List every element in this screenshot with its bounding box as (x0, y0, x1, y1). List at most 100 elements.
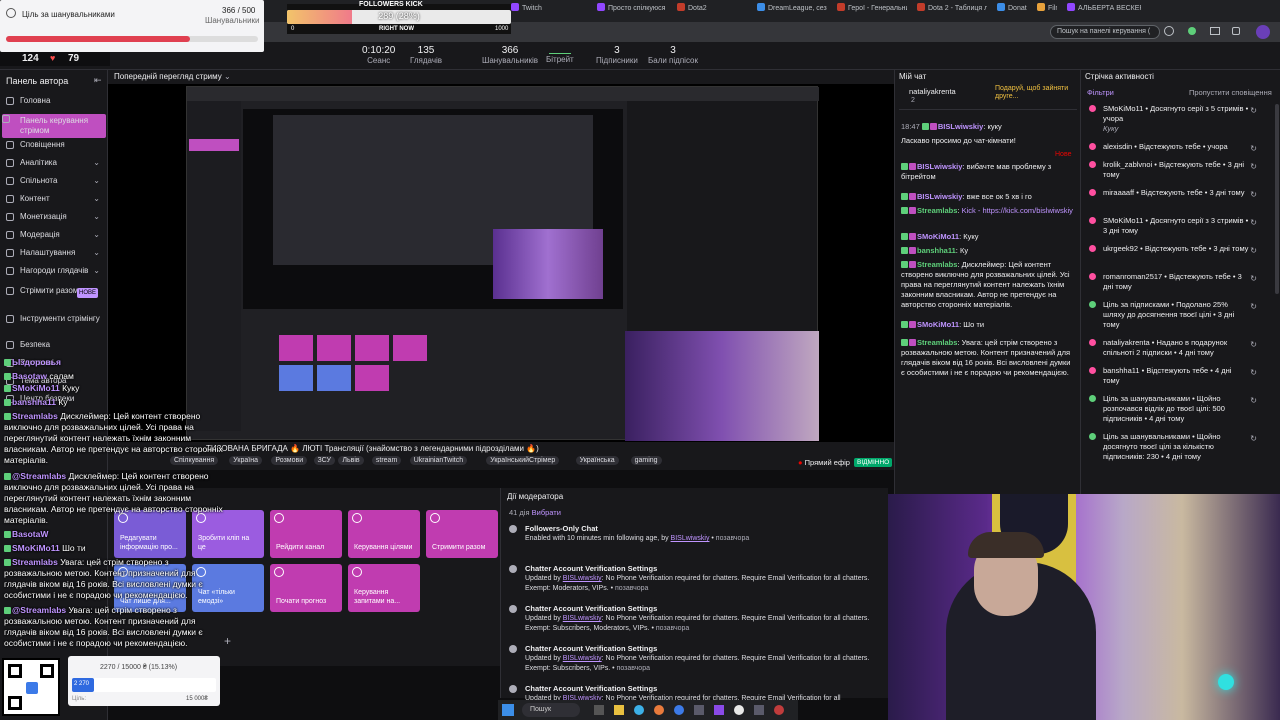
sidebar-item[interactable]: Панель керування стрімом (2, 114, 106, 138)
sidebar-item[interactable]: Стрімити разом НОВЕ (6, 286, 104, 298)
dashboard-search-input[interactable]: Пошук на панелі керування ( (1050, 25, 1160, 39)
search-icon[interactable] (1164, 26, 1174, 36)
inbox-icon[interactable] (1210, 27, 1220, 35)
sidebar-item[interactable]: Модерація ⌄ (6, 230, 104, 240)
stream-tag[interactable]: Розмови (271, 456, 308, 465)
stream-title[interactable]: ТИЗОВАНА БРИГАДА 🔥 ЛЮТІ Трансляції (знай… (206, 444, 626, 453)
browser-tab[interactable]: Dota2 (671, 3, 747, 19)
gift-leaderboard[interactable]: nataliyakrenta 2 Подаруй, щоб зайняти др… (899, 84, 1077, 110)
chat-username[interactable]: BISLwiwskiy (938, 122, 983, 131)
chat-username[interactable]: SMoKiMo11 (917, 320, 959, 329)
activity-item[interactable]: miraaaaff • Відстежують тебе • 3 дні том… (1085, 188, 1275, 200)
replay-icon[interactable]: ↻ (1250, 144, 1257, 154)
chrome-icon[interactable] (734, 705, 744, 715)
activity-item[interactable]: nataliyakrenta • Надано в подарунок спіл… (1085, 338, 1275, 358)
settings-icon[interactable] (754, 705, 764, 715)
chat-message[interactable]: Ласкаво просимо до чат-кімнати! (901, 136, 1075, 146)
stream-tag[interactable]: gaming (630, 456, 662, 465)
stream-tag[interactable]: УкраїнськийСтрімер (486, 456, 560, 465)
avatar[interactable] (1256, 25, 1270, 39)
notifications-icon[interactable] (1232, 27, 1240, 35)
steam-icon[interactable] (774, 705, 784, 715)
activity-item[interactable]: krolik_zablvnoi • Відстежують тебе • 3 д… (1085, 160, 1275, 180)
replay-icon[interactable]: ↻ (1250, 190, 1257, 200)
replay-icon[interactable]: ↻ (1250, 368, 1257, 378)
activity-item[interactable]: ukrgeek92 • Відстежують тебе • 3 дні том… (1085, 244, 1275, 256)
chat-message[interactable]: banshha11: Ку (901, 246, 1075, 256)
sidebar-item[interactable]: Головна (6, 96, 104, 106)
telegram-icon[interactable] (674, 705, 684, 715)
browser-tab[interactable]: Просто спілкуюся в чаті (591, 3, 667, 19)
filter-button[interactable]: Фільтри (1087, 88, 1114, 97)
scrollbar[interactable] (1275, 104, 1279, 294)
activity-item[interactable]: Ціль за шанувальниками • Щойно досягнуто… (1085, 432, 1275, 462)
user-link[interactable]: BISLwiwskiy (671, 535, 710, 542)
quick-action-tile[interactable]: Керування цілями (348, 510, 420, 558)
browser-tab[interactable]: АЛЬБЕРТА ВЕСКЕРА (1061, 3, 1141, 19)
task-view-icon[interactable] (594, 705, 604, 715)
chat-message[interactable]: Streamlabs: Увага: цей стрім створено з … (901, 338, 1075, 378)
taskbar-search[interactable]: Пошук (522, 703, 580, 717)
preview-label[interactable]: Попередній перегляд стриму (114, 72, 222, 81)
stream-tag[interactable]: stream (371, 456, 402, 465)
quick-action-tile[interactable]: Керування запитами на... (348, 564, 420, 612)
sidebar-item[interactable]: Монетизація ⌄ (6, 212, 104, 222)
chat-message[interactable]: Streamlabs: Дисклеймер: Цей контент ство… (901, 260, 1075, 310)
stream-tag[interactable]: ЗСУ (313, 456, 335, 465)
mod-action-entry[interactable]: Chatter Account Verification Settings Upd… (509, 604, 880, 634)
chat-username[interactable]: Streamlabs (917, 260, 957, 269)
activity-item[interactable]: alexisdin • Відстежують тебе • учора ↻ (1085, 142, 1275, 154)
skip-alerts-button[interactable]: Пропустити сповіщення (1189, 88, 1272, 97)
replay-icon[interactable]: ↻ (1250, 106, 1257, 116)
mod-actions-title[interactable]: Дії модератора (507, 492, 563, 501)
browser-tab[interactable]: Dota 2 - Таблиця лідерів (911, 3, 987, 19)
activity-item[interactable]: SMoKiMo11 • Досягнуто серії з 3 стримів … (1085, 216, 1275, 236)
user-link[interactable]: BISLwiwskiy (563, 575, 602, 582)
replay-icon[interactable]: ↻ (1250, 274, 1257, 284)
chat-username[interactable]: banshha11 (917, 246, 956, 255)
sidebar-item[interactable]: Сповіщення (6, 140, 104, 150)
chat-message[interactable]: BISLwiwskiy: вже все ок 5 хв і го (901, 192, 1075, 202)
windows-start-icon[interactable] (502, 704, 514, 716)
chat-message[interactable]: SMoKiMo11: Шо ти (901, 320, 1075, 330)
replay-icon[interactable]: ↻ (1250, 162, 1257, 172)
sidebar-item[interactable]: Налаштування ⌄ (6, 248, 104, 258)
browser-tab[interactable]: DreamLeague, сезон 2 (751, 3, 827, 19)
chat-title[interactable]: Мій чат (899, 72, 926, 81)
chat-message[interactable]: BISLwiwskiy: вибачте мав проблему з бітр… (901, 162, 1075, 182)
quick-action-tile[interactable]: Стримити разом (426, 510, 498, 558)
chat-username[interactable]: BISLwiwskiy (917, 162, 962, 171)
collapse-icon[interactable]: ⇤ (94, 75, 102, 86)
activity-item[interactable]: Ціль за підписками • Подолано 25% шляху … (1085, 300, 1275, 330)
activity-item[interactable]: Ціль за шанувальниками • Щойно розпочавс… (1085, 394, 1275, 424)
activity-item[interactable]: SMoKiMo11 • Досягнуто серії з 5 стримів … (1085, 104, 1275, 134)
chat-username[interactable]: Streamlabs (917, 338, 957, 347)
mod-action-entry[interactable]: Chatter Account Verification Settings Upd… (509, 644, 880, 674)
quick-action-tile[interactable]: Почати прогноз (270, 564, 342, 612)
edge-icon[interactable] (634, 705, 644, 715)
sidebar-item[interactable]: Спільнота ⌄ (6, 176, 104, 186)
activity-item[interactable]: romanroman2517 • Відстежують тебе • 3 дн… (1085, 272, 1275, 292)
replay-icon[interactable]: ↻ (1250, 218, 1257, 228)
chevron-down-icon[interactable]: ⌄ (224, 72, 231, 81)
browser-tab[interactable]: Герої - Генеральний - DC (831, 3, 907, 19)
replay-icon[interactable]: ↻ (1250, 396, 1257, 406)
stream-tag[interactable]: Українська (575, 456, 619, 465)
obs-icon[interactable] (714, 705, 724, 715)
user-link[interactable]: BISLwiwskiy (563, 655, 602, 662)
chat-username[interactable]: BISLwiwskiy (917, 192, 962, 201)
activity-item[interactable]: banshha11 • Відстежують тебе • 4 дні том… (1085, 366, 1275, 386)
browser-tab[interactable]: Filmi (1031, 3, 1057, 19)
status-icon[interactable] (1188, 27, 1196, 35)
user-link[interactable]: BISLwiwskiy (563, 615, 602, 622)
activity-title[interactable]: Стрічка активності (1085, 72, 1154, 81)
mod-action-entry[interactable]: Chatter Account Verification Settings Upd… (509, 564, 880, 594)
stream-tag[interactable]: UkrainianTwitch (409, 456, 468, 465)
firefox-icon[interactable] (654, 705, 664, 715)
browser-tab[interactable]: Twitch (505, 3, 587, 19)
chat-username[interactable]: SMoKiMo11 (917, 232, 959, 241)
chat-message[interactable]: Streamlabs: Kick - https://kick.com/bisl… (901, 206, 1075, 216)
chat-message[interactable]: SMoKiMo11: Куку (901, 232, 1075, 242)
replay-icon[interactable]: ↻ (1250, 246, 1257, 256)
chat-username[interactable]: Streamlabs (917, 206, 957, 215)
